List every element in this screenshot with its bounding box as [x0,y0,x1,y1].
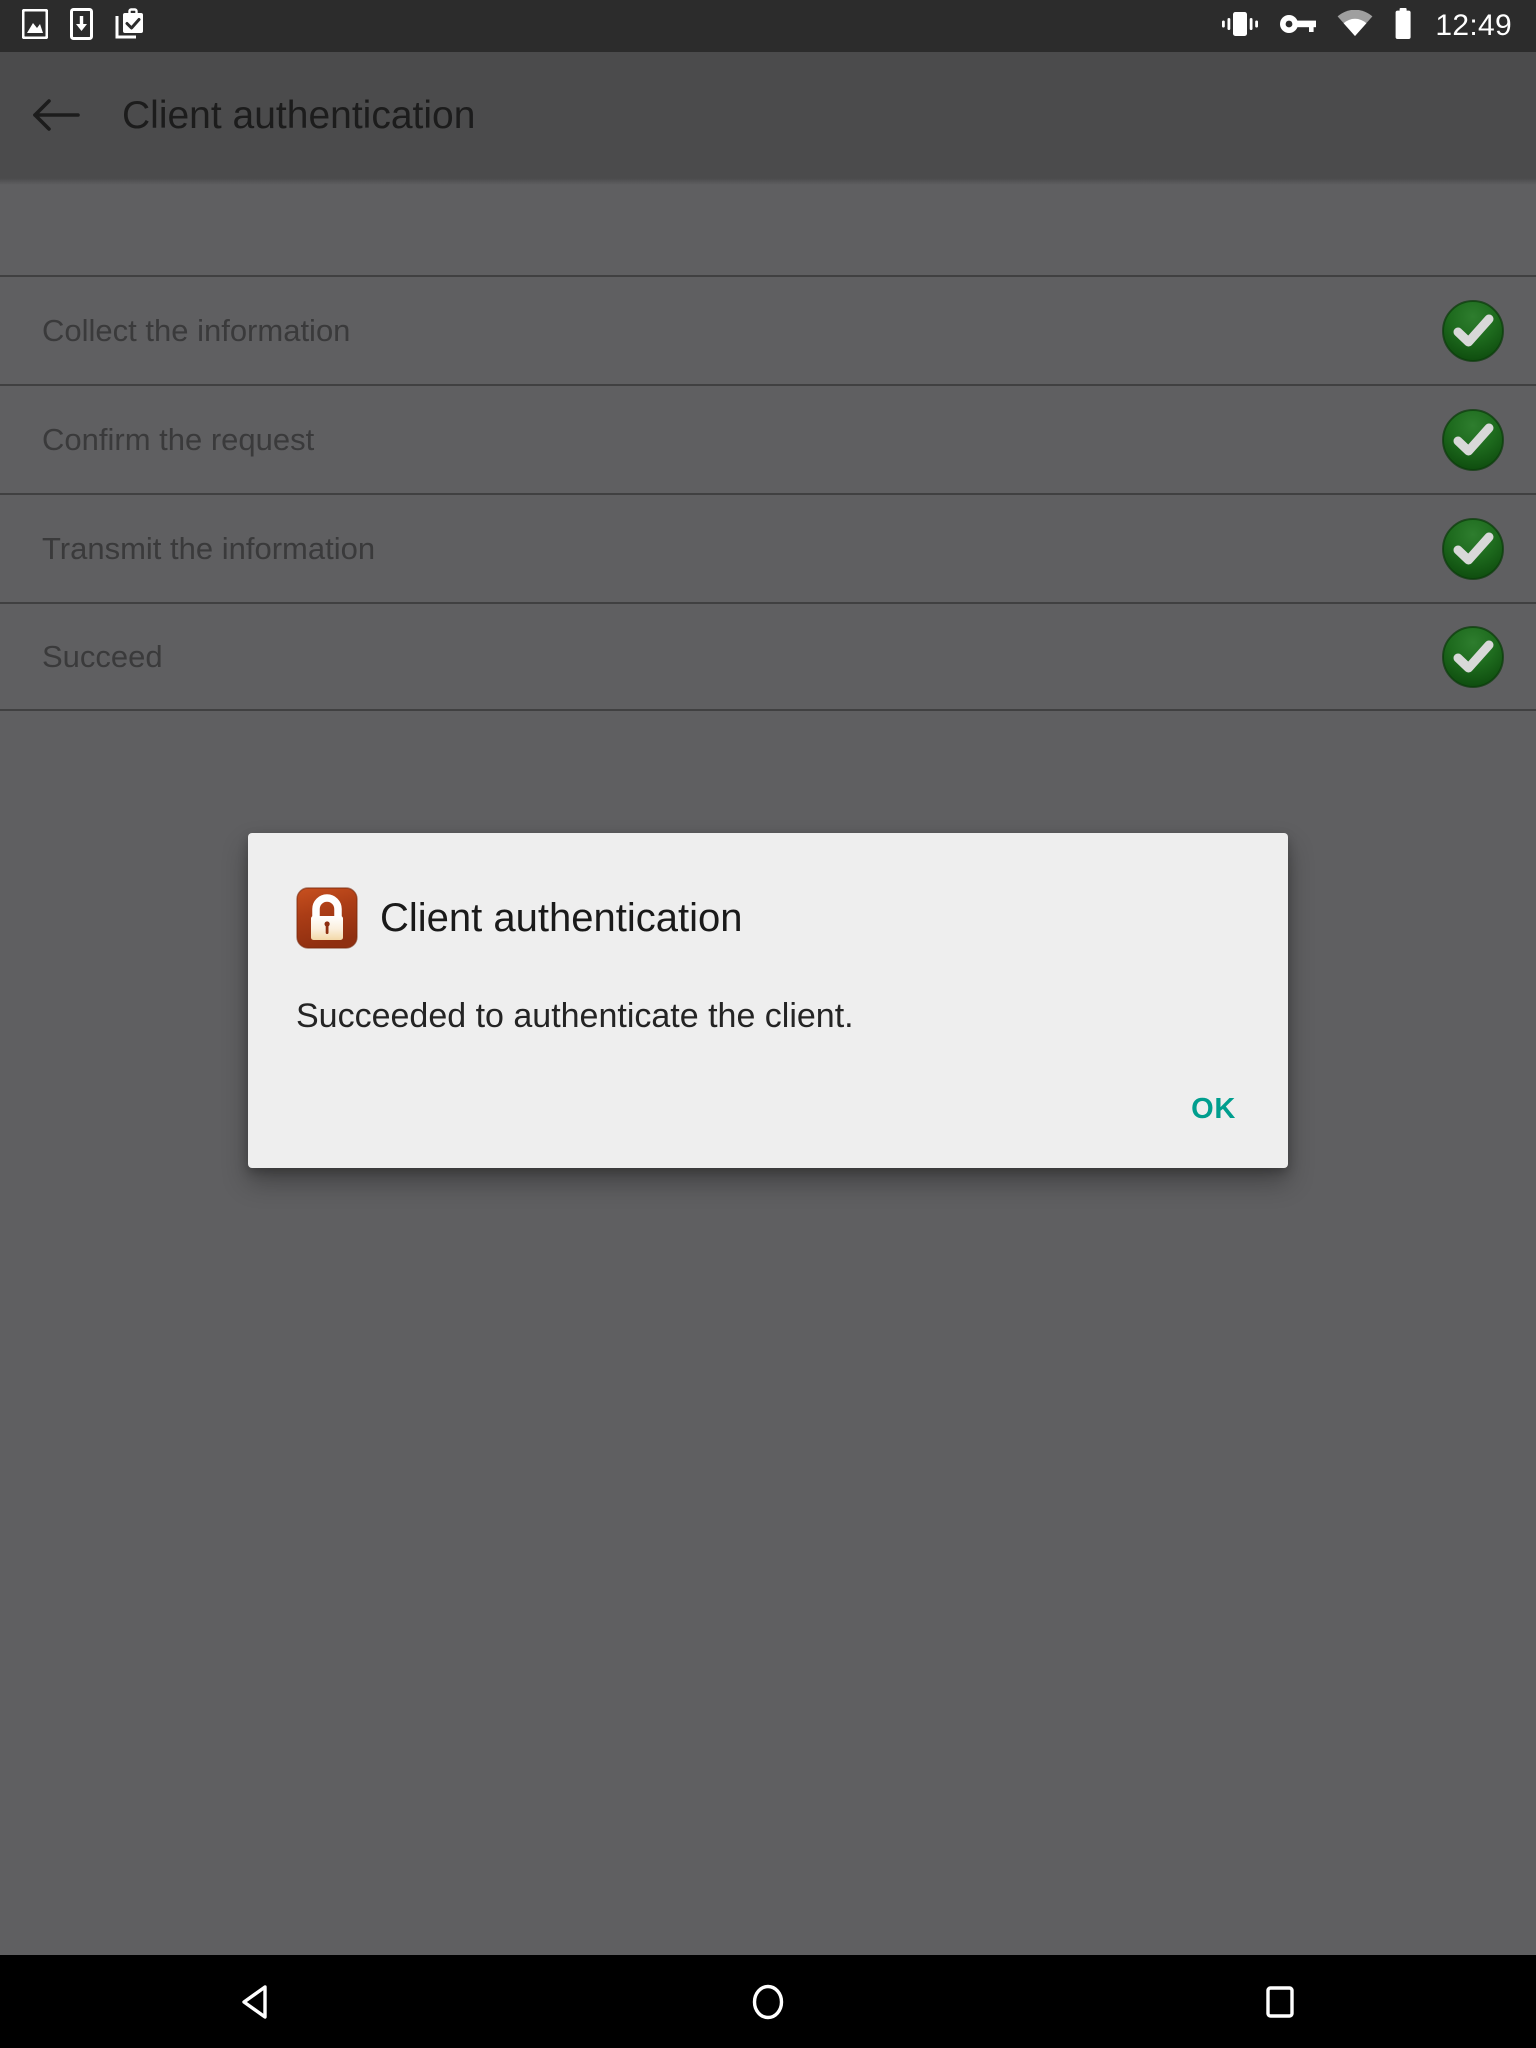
check-circle-icon [1440,298,1506,364]
dialog-message: Succeeded to authenticate the client. [296,997,854,1035]
vibrate-icon [1221,10,1259,43]
nav-home-button[interactable] [668,1955,868,2048]
step-label: Collect the information [42,313,351,348]
ok-button[interactable]: OK [1157,1079,1270,1140]
screenshot-icon [21,8,49,44]
list-item[interactable]: Succeed [0,602,1536,711]
list-top-spacer [0,178,1536,275]
nav-recents-button[interactable] [1180,1955,1380,2048]
work-profile-check-icon [115,8,145,44]
battery-full-icon [1393,7,1413,45]
list-item[interactable]: Collect the information [0,275,1536,384]
status-bar: 12:49 [0,0,1536,52]
status-bar-right-icons: 12:49 [1221,7,1536,45]
page-title: Client authentication [122,93,476,137]
step-label: Succeed [42,639,163,674]
triangle-back-icon [242,1984,267,2019]
dialog-button-bar: OK [1157,1079,1270,1140]
step-label: Transmit the information [42,531,376,566]
app-bar: Client authentication [0,52,1536,185]
dialog-title-row: Client authentication [248,833,1288,949]
wifi-icon [1337,9,1373,42]
lock-icon [296,887,358,949]
check-circle-icon [1440,624,1506,690]
back-navigation-button[interactable] [0,52,112,178]
alert-dialog: Client authentication Succeeded to authe… [248,833,1288,1168]
nav-back-button[interactable] [156,1955,356,2048]
check-circle-icon [1440,407,1506,473]
list-item[interactable]: Transmit the information [0,493,1536,602]
download-icon [70,7,93,45]
circle-home-icon [752,1984,784,2019]
status-bar-clock: 12:49 [1435,9,1512,42]
vpn-key-icon [1279,12,1317,41]
check-circle-icon [1440,516,1506,582]
step-label: Confirm the request [42,422,315,457]
list-item[interactable]: Confirm the request [0,384,1536,493]
authentication-step-list: Collect the information Confirm the requ… [0,178,1536,711]
status-bar-left-icons [0,7,145,45]
android-screen: 12:49 Client authentication Collect the … [0,0,1536,2048]
dialog-title: Client authentication [380,896,743,940]
navigation-bar [0,1955,1536,2048]
arrow-back-icon [33,99,80,131]
square-recents-icon [1266,1985,1294,2018]
